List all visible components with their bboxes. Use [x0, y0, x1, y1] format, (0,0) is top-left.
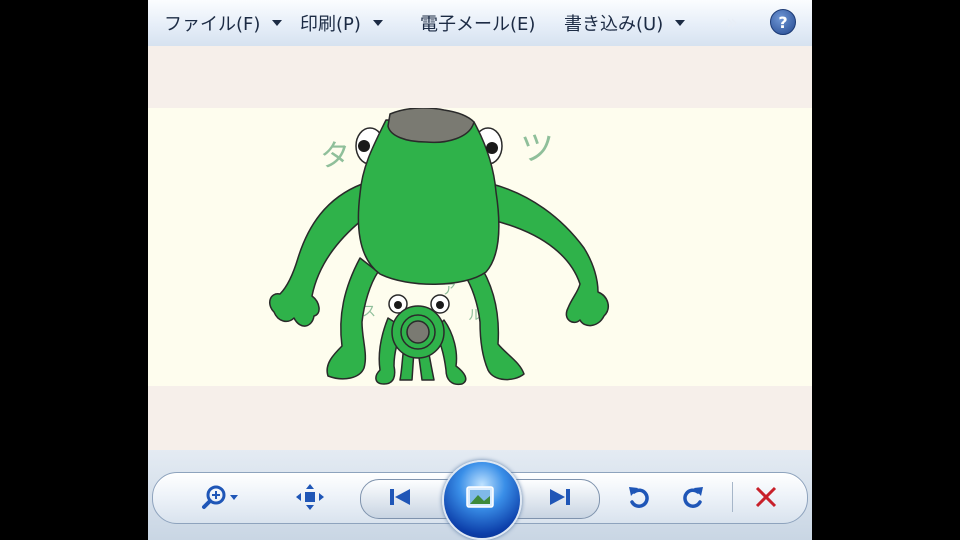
- kana-tsu: ツ: [520, 129, 554, 169]
- menu-burn-label: 書き込み(U): [564, 14, 664, 35]
- menu-file[interactable]: ファイル(F): [164, 0, 283, 46]
- toolbar-divider: [732, 482, 733, 512]
- next-icon: [550, 489, 570, 505]
- slideshow-button[interactable]: [442, 460, 522, 540]
- displayed-image: タ ツ ス ア ル: [148, 107, 812, 386]
- more-commands-icon[interactable]: »: [726, 10, 738, 34]
- fit-window-icon: [296, 484, 324, 510]
- fit-window-button[interactable]: [290, 482, 330, 512]
- zoom-icon: [202, 485, 238, 509]
- menu-file-label: ファイル(F): [164, 14, 261, 35]
- zoom-button[interactable]: [196, 482, 248, 512]
- image-viewport[interactable]: タ ツ ス ア ル: [148, 46, 812, 450]
- chevron-down-icon: [272, 20, 283, 26]
- rotate-counterclockwise-icon: [629, 487, 649, 508]
- slideshow-icon: [466, 486, 494, 508]
- menu-burn[interactable]: 書き込み(U): [564, 0, 686, 46]
- menu-email[interactable]: 電子メール(E): [420, 0, 535, 46]
- previous-button[interactable]: [380, 482, 420, 512]
- frog-drawing: タ ツ ス ア ル: [269, 107, 609, 386]
- help-icon[interactable]: ?: [770, 9, 796, 35]
- photo-viewer-window: ファイル(F) 印刷(P) 電子メール(E) 書き込み(U) » ? タ ツ ス…: [148, 0, 812, 540]
- rotate-clockwise-button[interactable]: [676, 482, 710, 512]
- menu-email-label: 電子メール(E): [420, 14, 536, 35]
- menu-print-label: 印刷(P): [300, 14, 361, 35]
- rotate-counterclockwise-button[interactable]: [622, 482, 656, 512]
- delete-icon: [755, 486, 777, 508]
- chevron-down-icon: [675, 20, 686, 26]
- menu-print[interactable]: 印刷(P): [300, 0, 383, 46]
- chevron-down-icon: [372, 20, 383, 26]
- delete-button[interactable]: [748, 482, 784, 512]
- rotate-clockwise-icon: [683, 487, 703, 508]
- next-button[interactable]: [540, 482, 580, 512]
- previous-icon: [390, 489, 410, 505]
- bottom-toolbar: [148, 450, 812, 540]
- menu-bar: ファイル(F) 印刷(P) 電子メール(E) 書き込み(U) » ?: [148, 0, 812, 47]
- kana-ta: タ: [320, 139, 350, 174]
